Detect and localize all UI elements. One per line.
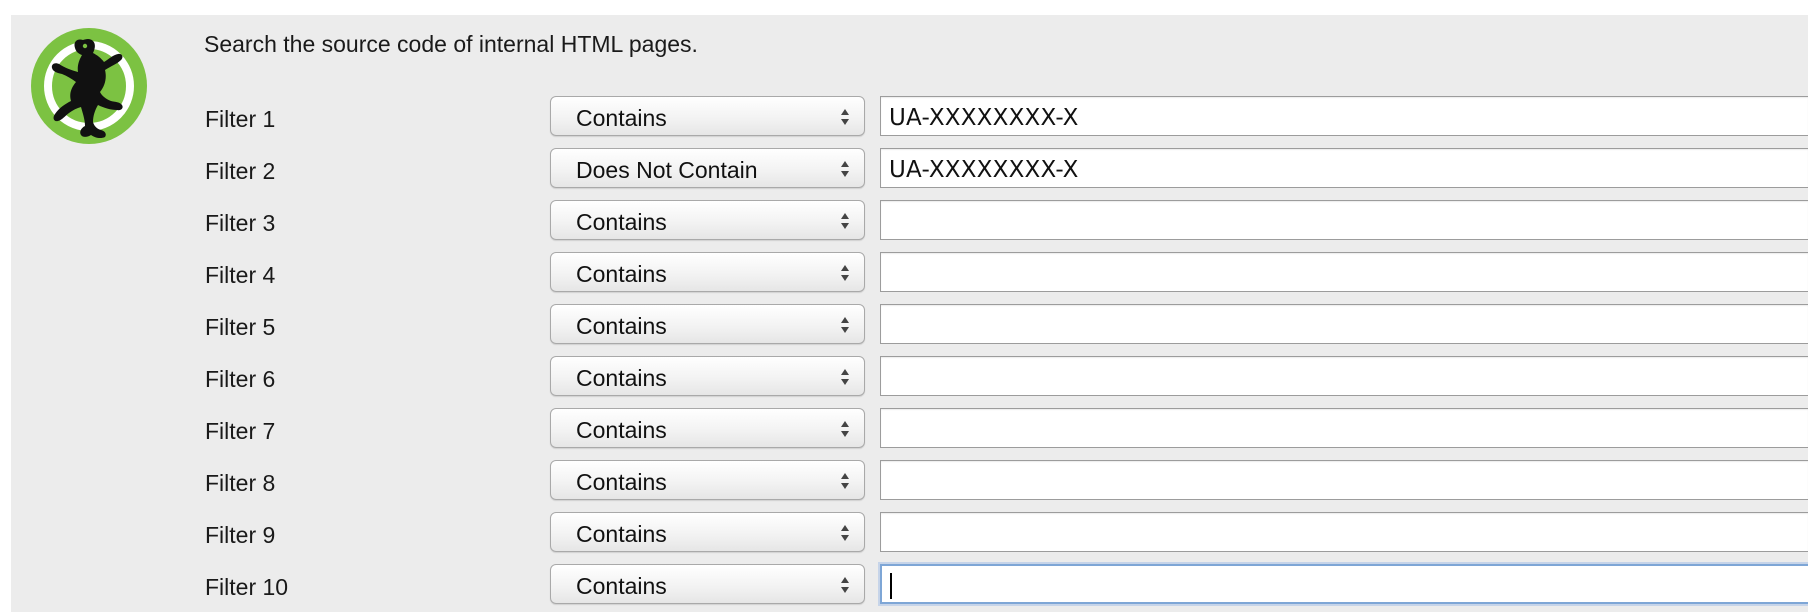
page-heading: Search the source code of internal HTML … bbox=[204, 31, 698, 57]
filter-label: Filter 9 bbox=[205, 522, 276, 548]
filter-value-input[interactable] bbox=[880, 564, 1808, 604]
filter-row: Filter 5 Contains bbox=[0, 304, 1808, 350]
up-down-arrows-icon bbox=[841, 525, 849, 541]
filter-mode-select[interactable]: Contains bbox=[550, 408, 865, 448]
filter-label: Filter 6 bbox=[205, 366, 276, 392]
filter-row: Filter 4 Contains bbox=[0, 252, 1808, 298]
filter-value-input[interactable]: UA-XXXXXXXX-X bbox=[880, 96, 1808, 136]
filter-mode-value: Contains bbox=[576, 209, 667, 235]
filter-row: Filter 6 Contains bbox=[0, 356, 1808, 402]
filter-mode-select[interactable]: Contains bbox=[550, 200, 865, 240]
filter-label: Filter 4 bbox=[205, 262, 276, 288]
text-caret bbox=[890, 573, 892, 599]
filter-row: Filter 8 Contains bbox=[0, 460, 1808, 506]
filter-label: Filter 1 bbox=[205, 106, 276, 132]
filter-mode-select[interactable]: Contains bbox=[550, 304, 865, 344]
filter-mode-select[interactable]: Contains bbox=[550, 512, 865, 552]
filter-value-input[interactable] bbox=[880, 200, 1808, 240]
filter-mode-value: Contains bbox=[576, 521, 667, 547]
up-down-arrows-icon bbox=[841, 109, 849, 125]
filter-label: Filter 3 bbox=[205, 210, 276, 236]
filter-row: Filter 2 Does Not Contain UA-XXXXXXXX-X bbox=[0, 148, 1808, 194]
filter-mode-value: Contains bbox=[576, 469, 667, 495]
filter-row: Filter 1 Contains UA-XXXXXXXX-X bbox=[0, 96, 1808, 142]
filter-mode-value: Contains bbox=[576, 261, 667, 287]
up-down-arrows-icon bbox=[841, 265, 849, 281]
filter-value-text: UA-XXXXXXXX-X bbox=[889, 105, 1079, 131]
filter-value-input[interactable] bbox=[880, 252, 1808, 292]
filter-label: Filter 2 bbox=[205, 158, 276, 184]
filter-mode-value: Contains bbox=[576, 573, 667, 599]
filter-mode-value: Does Not Contain bbox=[576, 157, 758, 183]
up-down-arrows-icon bbox=[841, 369, 849, 385]
filter-mode-value: Contains bbox=[576, 105, 667, 131]
filter-row: Filter 3 Contains bbox=[0, 200, 1808, 246]
filter-value-input[interactable] bbox=[880, 512, 1808, 552]
filter-mode-select[interactable]: Contains bbox=[550, 252, 865, 292]
filter-value-input[interactable] bbox=[880, 304, 1808, 344]
up-down-arrows-icon bbox=[841, 213, 849, 229]
filter-mode-select[interactable]: Contains bbox=[550, 460, 865, 500]
filter-mode-value: Contains bbox=[576, 365, 667, 391]
filter-label: Filter 5 bbox=[205, 314, 276, 340]
filter-label: Filter 7 bbox=[205, 418, 276, 444]
filter-row: Filter 7 Contains bbox=[0, 408, 1808, 454]
filter-value-input[interactable]: UA-XXXXXXXX-X bbox=[880, 148, 1808, 188]
up-down-arrows-icon bbox=[841, 421, 849, 437]
filter-mode-value: Contains bbox=[576, 417, 667, 443]
up-down-arrows-icon bbox=[841, 473, 849, 489]
up-down-arrows-icon bbox=[841, 161, 849, 177]
filter-value-input[interactable] bbox=[880, 356, 1808, 396]
filter-row: Filter 9 Contains bbox=[0, 512, 1808, 558]
filter-value-text: UA-XXXXXXXX-X bbox=[889, 157, 1079, 183]
filter-mode-select[interactable]: Contains bbox=[550, 356, 865, 396]
filter-mode-select[interactable]: Does Not Contain bbox=[550, 148, 865, 188]
filter-mode-value: Contains bbox=[576, 313, 667, 339]
filter-label: Filter 10 bbox=[205, 574, 289, 600]
filter-value-input[interactable] bbox=[880, 408, 1808, 448]
filter-label: Filter 8 bbox=[205, 470, 276, 496]
filter-row: Filter 10 Contains bbox=[0, 564, 1808, 610]
filter-value-input[interactable] bbox=[880, 460, 1808, 500]
up-down-arrows-icon bbox=[841, 317, 849, 333]
filter-mode-select[interactable]: Contains bbox=[550, 564, 865, 604]
up-down-arrows-icon bbox=[841, 577, 849, 593]
filter-mode-select[interactable]: Contains bbox=[550, 96, 865, 136]
